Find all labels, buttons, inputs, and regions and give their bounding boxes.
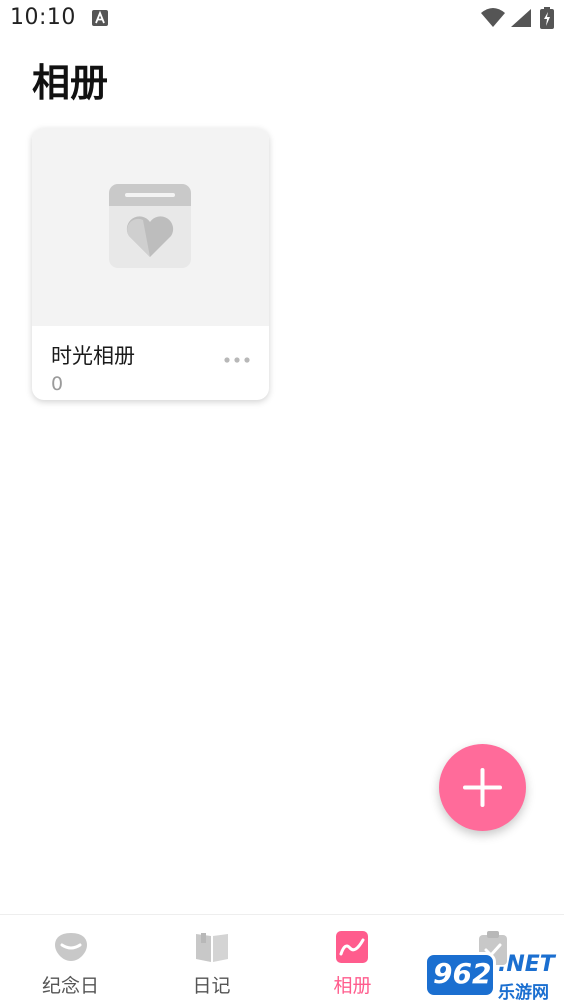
status-time: 10:10 (10, 5, 76, 30)
album-card[interactable]: 时光相册 0 (32, 128, 269, 400)
nav-item-diary[interactable]: 日记 (141, 915, 282, 1005)
battery-charging-icon (540, 7, 554, 33)
plus-icon (463, 768, 502, 807)
add-album-button[interactable] (439, 744, 526, 831)
nav-label-diary: 日记 (192, 975, 231, 997)
status-bar: 10:10 (0, 0, 564, 38)
signal-icon (510, 8, 532, 32)
site-watermark-logo: 962 .NET 乐游网 (424, 950, 564, 1004)
album-cover[interactable] (32, 128, 269, 326)
diary-book-icon (195, 931, 229, 967)
more-options-icon[interactable] (222, 352, 252, 368)
album-name: 时光相册 (51, 344, 135, 368)
nav-label-anniversary: 纪念日 (41, 975, 99, 997)
nav-label-album: 相册 (333, 975, 372, 997)
album-placeholder-icon (109, 184, 191, 272)
anniversary-icon (54, 931, 88, 967)
notification-a-icon (92, 10, 108, 30)
wifi-icon (480, 8, 506, 32)
album-photo-count: 0 (51, 373, 64, 395)
album-icon (336, 931, 368, 967)
nav-item-album[interactable]: 相册 (282, 915, 423, 1005)
page-title: 相册 (32, 61, 109, 105)
nav-item-anniversary[interactable]: 纪念日 (0, 915, 141, 1005)
